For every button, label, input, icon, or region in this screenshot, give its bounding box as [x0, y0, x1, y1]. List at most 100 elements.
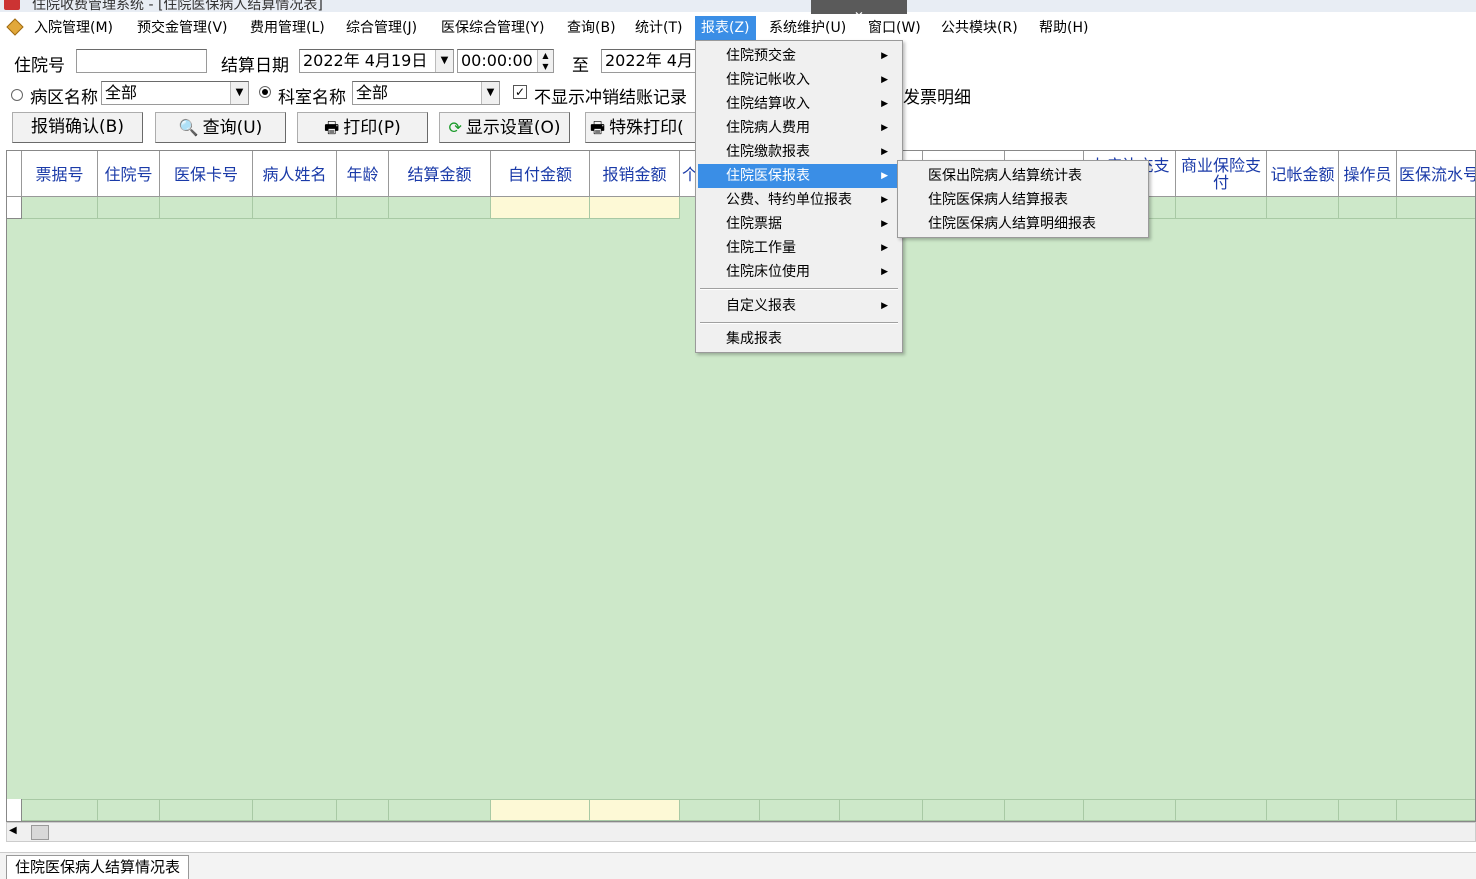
confirm-reimburse-button[interactable]: 报销确认(B) — [12, 112, 143, 143]
printer-icon: 🖶 — [324, 118, 340, 137]
menu-admission[interactable]: 入院管理(M) — [28, 16, 119, 40]
footer-cell — [840, 799, 923, 821]
dd-item-label: 住院预交金 — [726, 48, 796, 64]
menu-query[interactable]: 查询(B) — [561, 16, 622, 40]
submenu-arrow-icon: ▶ — [881, 243, 888, 253]
grid-cell[interactable] — [590, 197, 680, 219]
dd-item-label: 住院床位使用 — [726, 264, 810, 280]
dd-item-public-fee[interactable]: 公费、特约单位报表 ▶ — [698, 188, 900, 212]
dd-item-payment-report[interactable]: 住院缴款报表 ▶ — [698, 140, 900, 164]
grid-cell[interactable] — [389, 197, 491, 219]
print-button[interactable]: 🖶 打印(P) — [297, 112, 428, 143]
date-to-picker[interactable]: 2022年 4月 — [601, 49, 697, 73]
submenu-arrow-icon: ▶ — [881, 195, 888, 205]
dd-item-settle-income[interactable]: 住院结算收入 ▶ — [698, 92, 900, 116]
col-header[interactable]: 报销金额 — [590, 151, 680, 197]
scroll-left-icon[interactable]: ◀ — [9, 825, 17, 836]
col-header[interactable]: 操作员 — [1339, 151, 1397, 197]
footer-cell — [1084, 799, 1176, 821]
dd-item-bed-usage[interactable]: 住院床位使用 ▶ — [698, 260, 900, 284]
hide-reversed-checkbox[interactable]: ✓ — [513, 85, 527, 99]
menu-statistics[interactable]: 统计(T) — [629, 16, 688, 40]
dd-item-label: 住院缴款报表 — [726, 144, 810, 160]
date-from-picker[interactable]: 2022年 4月19日 ▼ — [299, 49, 454, 73]
sm-item-settle-detail[interactable]: 住院医保病人结算明细报表 — [900, 212, 1146, 236]
special-print-label: 特殊打印( — [609, 118, 684, 138]
ward-dropdown-icon[interactable]: ▼ — [230, 82, 248, 104]
menu-general[interactable]: 综合管理(J) — [340, 16, 423, 40]
grid-cell[interactable] — [98, 197, 160, 219]
time-from-spinner[interactable]: 00:00:00 ▲ ▼ — [457, 49, 554, 73]
menu-help[interactable]: 帮助(H) — [1033, 16, 1094, 40]
grid-cell[interactable] — [160, 197, 253, 219]
special-print-button[interactable]: 🖶 特殊打印( — [585, 112, 700, 143]
footer-cell — [160, 799, 253, 821]
dd-item-custom-report[interactable]: 自定义报表 ▶ — [698, 294, 900, 318]
scroll-thumb[interactable] — [31, 825, 49, 840]
menu-system[interactable]: 系统维护(U) — [763, 16, 852, 40]
col-header[interactable]: 年龄 — [337, 151, 389, 197]
submenu-arrow-icon: ▶ — [881, 267, 888, 277]
sm-item-discharge-stats[interactable]: 医保出院病人结算统计表 — [900, 164, 1146, 188]
footer-cell — [1005, 799, 1084, 821]
grid-cell[interactable] — [1397, 197, 1475, 219]
dd-item-charge-income[interactable]: 住院记帐收入 ▶ — [698, 68, 900, 92]
sm-item-settle-report[interactable]: 住院医保病人结算报表 — [900, 188, 1146, 212]
ward-radio[interactable] — [11, 89, 23, 101]
col-header[interactable]: 病人姓名 — [253, 151, 337, 197]
spin-arrows-icon[interactable]: ▲ ▼ — [537, 50, 553, 72]
admission-no-input[interactable] — [76, 49, 207, 73]
col-header[interactable]: 自付金额 — [491, 151, 590, 197]
grid-cell[interactable] — [1339, 197, 1397, 219]
col-header[interactable]: 住院号 — [98, 151, 160, 197]
dept-select[interactable]: 全部 ▼ — [352, 81, 500, 105]
dd-item-insurance-report[interactable]: 住院医保报表 ▶ — [698, 164, 900, 188]
grid-cell[interactable] — [491, 197, 590, 219]
display-settings-label: 显示设置(O) — [465, 118, 561, 138]
dept-dropdown-icon[interactable]: ▼ — [481, 82, 499, 104]
menu-insurance[interactable]: 医保综合管理(Y) — [435, 16, 550, 40]
grid-cell[interactable] — [337, 197, 389, 219]
row-indicator[interactable] — [7, 197, 22, 219]
dd-item-invoice[interactable]: 住院票据 ▶ — [698, 212, 900, 236]
printer-icon: 🖶 — [590, 118, 606, 137]
dd-item-deposit[interactable]: 住院预交金 ▶ — [698, 44, 900, 68]
query-label: 查询(U) — [202, 118, 263, 138]
dd-item-integrated-report[interactable]: 集成报表 — [698, 327, 900, 351]
col-header[interactable]: 记帐金额 — [1267, 151, 1339, 197]
grid-cell[interactable] — [1267, 197, 1339, 219]
col-header[interactable]: 结算金额 — [389, 151, 491, 197]
submenu-arrow-icon: ▶ — [881, 171, 888, 181]
time-from-value: 00:00:00 — [461, 51, 533, 70]
col-header[interactable]: 票据号 — [22, 151, 98, 197]
window-tab[interactable]: 住院医保病人结算情况表 — [6, 855, 190, 879]
menu-reports[interactable]: 报表(Z) — [695, 16, 756, 40]
col-header[interactable]: 医保流水号 — [1397, 151, 1475, 197]
horizontal-scrollbar[interactable]: ◀ — [6, 822, 1476, 842]
grid-cell[interactable] — [253, 197, 337, 219]
footer-cell — [22, 799, 98, 821]
date-from-dropdown-icon[interactable]: ▼ — [435, 50, 453, 72]
dd-item-patient-fees[interactable]: 住院病人费用 ▶ — [698, 116, 900, 140]
settle-date-label: 结算日期 — [221, 56, 289, 76]
grid-cell[interactable] — [1176, 197, 1267, 219]
display-settings-button[interactable]: ⟳ 显示设置(O) — [439, 112, 570, 143]
menu-window[interactable]: 窗口(W) — [862, 16, 927, 40]
dd-item-label: 住院票据 — [726, 216, 782, 232]
menu-common[interactable]: 公共模块(R) — [935, 16, 1024, 40]
grid-cell[interactable] — [22, 197, 98, 219]
footer-row-indicator — [7, 799, 22, 821]
dd-item-workload[interactable]: 住院工作量 ▶ — [698, 236, 900, 260]
query-button[interactable]: 🔍 查询(U) — [155, 112, 286, 143]
footer-cell — [253, 799, 337, 821]
menu-fees[interactable]: 费用管理(L) — [244, 16, 331, 40]
ward-select[interactable]: 全部 ▼ — [101, 81, 249, 105]
refresh-icon: ⟳ — [448, 118, 462, 137]
dept-radio[interactable] — [259, 86, 271, 98]
col-header[interactable]: 医保卡号 — [160, 151, 253, 197]
submenu-arrow-icon: ▶ — [881, 123, 888, 133]
menu-deposit[interactable]: 预交金管理(V) — [131, 16, 234, 40]
to-label: 至 — [572, 56, 589, 76]
window-title: 住院收费管理系统 - [住院医保病人结算情况表] — [32, 0, 323, 12]
col-header[interactable]: 商业保险支付 — [1176, 151, 1267, 197]
